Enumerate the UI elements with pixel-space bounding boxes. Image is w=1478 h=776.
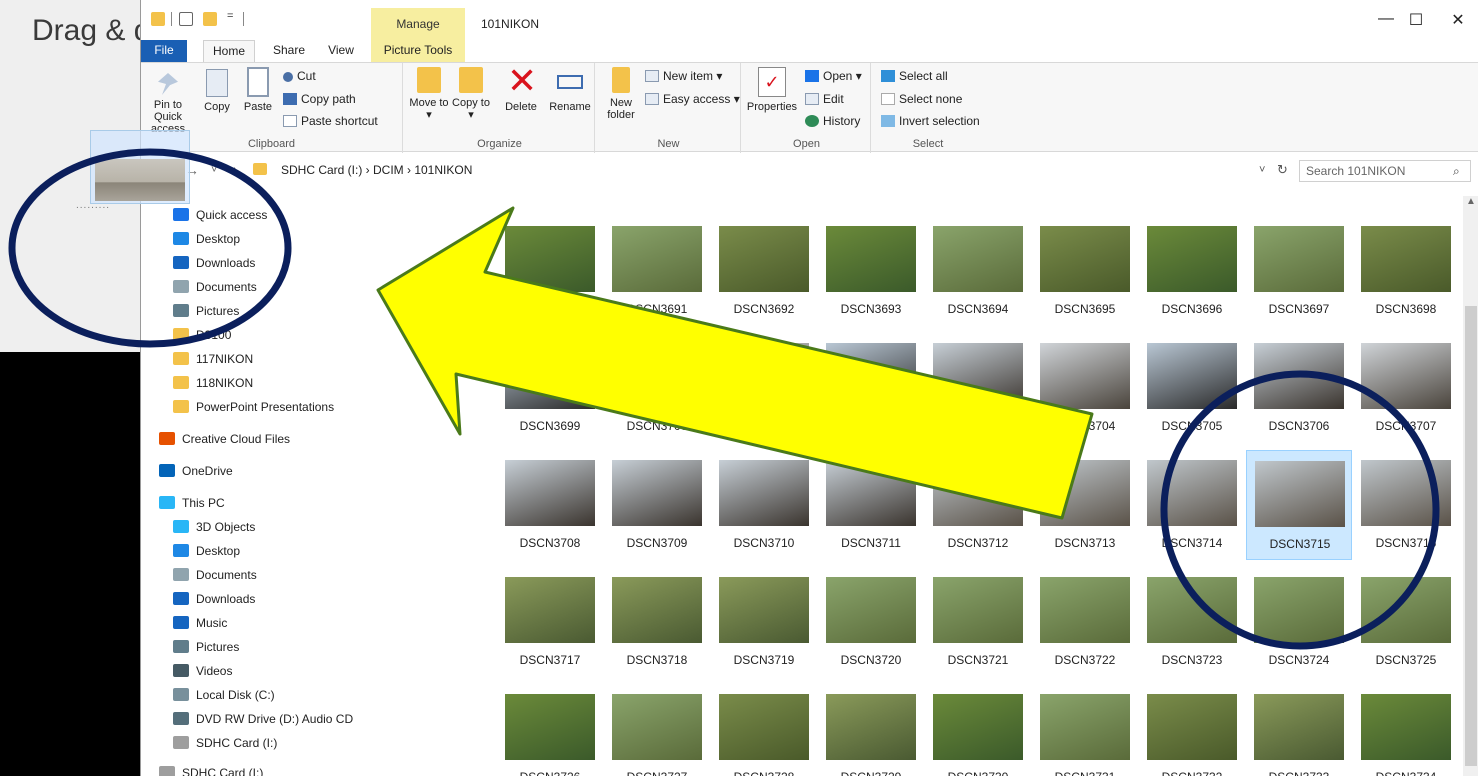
highlight-circle-left [8, 148, 292, 348]
yellow-arrow [376, 206, 1094, 520]
highlight-circle-right [1160, 370, 1440, 650]
annotation-overlay [8, 148, 1440, 650]
